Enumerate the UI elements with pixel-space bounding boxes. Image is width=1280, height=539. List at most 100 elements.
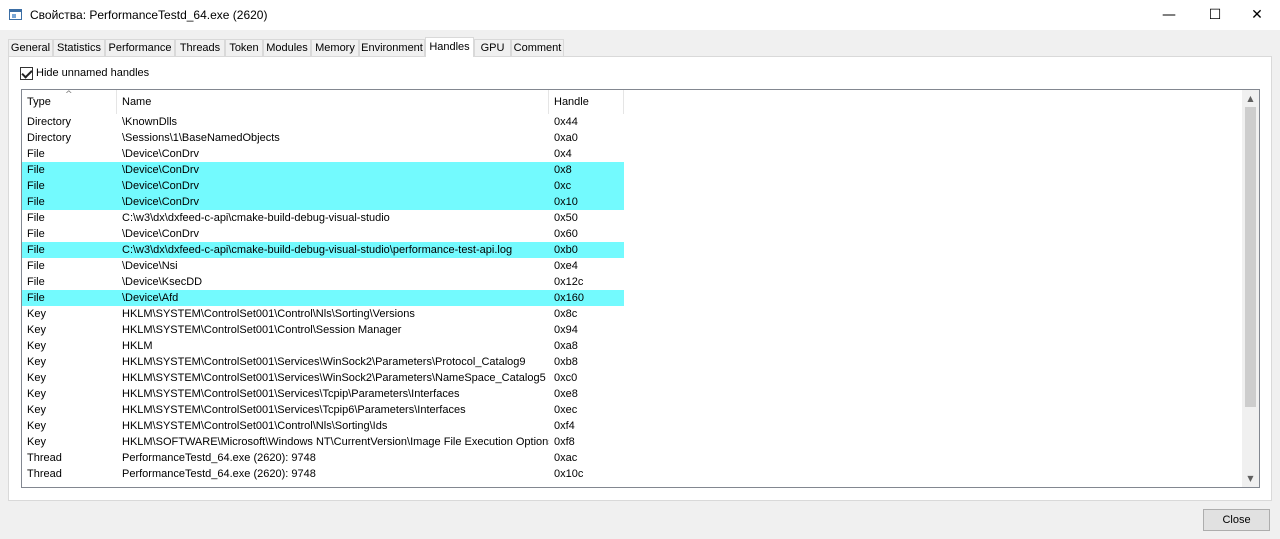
cell-handle: 0xf8 [554, 436, 575, 448]
cell-name: HKLM\SYSTEM\ControlSet001\Services\Tcpip… [122, 388, 460, 400]
cell-type: Key [27, 404, 46, 416]
tab-threads[interactable]: Threads [175, 39, 225, 56]
cell-type: File [22, 162, 117, 178]
cell-type: Key [27, 308, 46, 320]
cell-name: HKLM\SOFTWARE\Microsoft\Windows NT\Curre… [122, 436, 549, 448]
cell-handle: 0xb0 [549, 242, 624, 258]
minimize-button[interactable]: — [1146, 0, 1192, 30]
close-window-button[interactable]: ✕ [1234, 0, 1280, 30]
cell-name: C:\w3\dx\dxfeed-c-api\cmake-build-debug-… [122, 212, 390, 224]
table-row[interactable]: File \Device\ConDrv 0x4 [22, 146, 1244, 162]
cell-handle: 0xc [549, 178, 624, 194]
cell-handle: 0xec [554, 404, 578, 416]
cell-handle: 0x8 [549, 162, 624, 178]
table-row[interactable]: File C:\w3\dx\dxfeed-c-api\cmake-build-de… [22, 242, 1244, 258]
hide-unnamed-checkbox[interactable] [20, 67, 33, 80]
table-row[interactable]: File \Device\Nsi 0xe4 [22, 258, 1244, 274]
cell-type: Key [27, 388, 46, 400]
cell-handle: 0x12c [554, 276, 584, 288]
table-row[interactable]: File \Device\ConDrv 0x10 [22, 194, 1244, 210]
cell-handle: 0x94 [554, 324, 578, 336]
cell-handle: 0x10c [554, 468, 584, 480]
table-row[interactable]: Key HKLM\SYSTEM\ControlSet001\Services\Tc… [22, 386, 1244, 402]
table-row[interactable]: Key HKLM 0xa8 [22, 338, 1244, 354]
table-row[interactable]: Key HKLM\SYSTEM\ControlSet001\Services\Wi… [22, 354, 1244, 370]
cell-type: Key [27, 436, 46, 448]
table-row[interactable]: Key HKLM\SYSTEM\ControlSet001\Services\Wi… [22, 370, 1244, 386]
cell-type: File [27, 148, 45, 160]
tab-gpu[interactable]: GPU [474, 39, 511, 56]
cell-name: HKLM [122, 340, 153, 352]
cell-name: PerformanceTestd_64.exe (2620): 9748 [122, 452, 316, 464]
cell-handle: 0x50 [554, 212, 578, 224]
window-title: Свойства: PerformanceTestd_64.exe (2620) [30, 8, 268, 22]
cell-handle: 0xe4 [554, 260, 578, 272]
cell-name: HKLM\SYSTEM\ControlSet001\Services\WinSo… [122, 372, 546, 384]
cell-name: \Device\ConDrv [122, 148, 200, 160]
maximize-button[interactable]: ☐ [1192, 0, 1238, 30]
cell-type: File [27, 276, 45, 288]
table-row[interactable]: Key HKLM\SYSTEM\ControlSet001\Control\Nls… [22, 306, 1244, 322]
table-row[interactable]: Thread PerformanceTestd_64.exe (2620): 97… [22, 466, 1244, 482]
cell-name: \KnownDlls [122, 116, 178, 128]
cell-handle: 0xa0 [554, 132, 578, 144]
close-button[interactable]: Close [1203, 509, 1270, 531]
table-row[interactable]: Key HKLM\SYSTEM\ControlSet001\Services\Tc… [22, 402, 1244, 418]
cell-name: HKLM\SYSTEM\ControlSet001\Services\WinSo… [122, 356, 526, 368]
cell-handle: 0xf4 [554, 420, 575, 432]
table-row[interactable]: File \Device\ConDrv 0x8 [22, 162, 1244, 178]
tab-token[interactable]: Token [225, 39, 263, 56]
table-row[interactable]: File \Device\KsecDD 0x12c [22, 274, 1244, 290]
status-strip [0, 535, 1280, 539]
table-row[interactable]: Key HKLM\SYSTEM\ControlSet001\Control\Ses… [22, 322, 1244, 338]
table-row[interactable]: Key HKLM\SYSTEM\ControlSet001\Control\Nls… [22, 418, 1244, 434]
column-header-name[interactable]: Name [117, 90, 549, 114]
tab-handles[interactable]: Handles [425, 37, 474, 57]
cell-type: Thread [27, 468, 62, 480]
table-row[interactable]: File \Device\Afd 0x160 [22, 290, 1244, 306]
cell-type: File [22, 290, 117, 306]
cell-name: \Device\ConDrv [117, 178, 549, 194]
cell-handle: 0xe8 [554, 388, 578, 400]
table-row[interactable]: Thread PerformanceTestd_64.exe (2620): 97… [22, 450, 1244, 466]
cell-type: Directory [27, 116, 72, 128]
cell-name: \Device\ConDrv [117, 162, 549, 178]
table-row[interactable]: File \Device\ConDrv 0x60 [22, 226, 1244, 242]
tab-comment[interactable]: Comment [511, 39, 564, 56]
cell-name: \Device\KsecDD [122, 276, 203, 288]
handles-list[interactable]: ^ Type Name Handle Directory \KnownDlls 0x… [21, 89, 1260, 488]
table-row[interactable]: File \Device\ConDrv 0xc [22, 178, 1244, 194]
tab-modules[interactable]: Modules [263, 39, 311, 56]
scroll-thumb[interactable] [1245, 107, 1256, 407]
table-row[interactable]: Key HKLM\SOFTWARE\Microsoft\Windows NT\Cu… [22, 434, 1244, 450]
table-row[interactable]: File C:\w3\dx\dxfeed-c-api\cmake-build-de… [22, 210, 1244, 226]
tab-memory[interactable]: Memory [311, 39, 359, 56]
scroll-up-icon[interactable]: ▲ [1242, 90, 1259, 107]
tab-statistics[interactable]: Statistics [53, 39, 105, 56]
cell-name: \Sessions\1\BaseNamedObjects [122, 132, 280, 144]
column-header-type-label: Type [27, 96, 51, 108]
tab-general[interactable]: General [8, 39, 53, 56]
table-row[interactable]: Directory \KnownDlls 0x44 [22, 114, 1244, 130]
tab-performance[interactable]: Performance [105, 39, 175, 56]
cell-name: HKLM\SYSTEM\ControlSet001\Control\Sessio… [122, 324, 402, 336]
tab-environment[interactable]: Environment [359, 39, 425, 56]
cell-type: Key [27, 340, 46, 352]
cell-handle: 0x4 [554, 148, 572, 160]
table-row[interactable]: Directory \Sessions\1\BaseNamedObjects 0xa… [22, 130, 1244, 146]
list-rows: Directory \KnownDlls 0x44 Directory \Session… [22, 114, 1244, 482]
cell-name: \Device\Nsi [122, 260, 178, 272]
hide-unnamed-label[interactable]: Hide unnamed handles [36, 67, 149, 79]
vertical-scrollbar[interactable]: ▲ ▼ [1242, 90, 1259, 487]
column-header-handle[interactable]: Handle [549, 90, 624, 114]
cell-type: Thread [27, 452, 62, 464]
cell-type: File [27, 260, 45, 272]
cell-handle: 0x10 [549, 194, 624, 210]
cell-type: File [22, 178, 117, 194]
scroll-down-icon[interactable]: ▼ [1242, 470, 1259, 487]
cell-type: File [22, 194, 117, 210]
cell-handle: 0x160 [549, 290, 624, 306]
column-header-type[interactable]: ^ Type [22, 90, 117, 114]
cell-type: Key [27, 372, 46, 384]
cell-name: C:\w3\dx\dxfeed-c-api\cmake-build-debug-… [117, 242, 549, 258]
